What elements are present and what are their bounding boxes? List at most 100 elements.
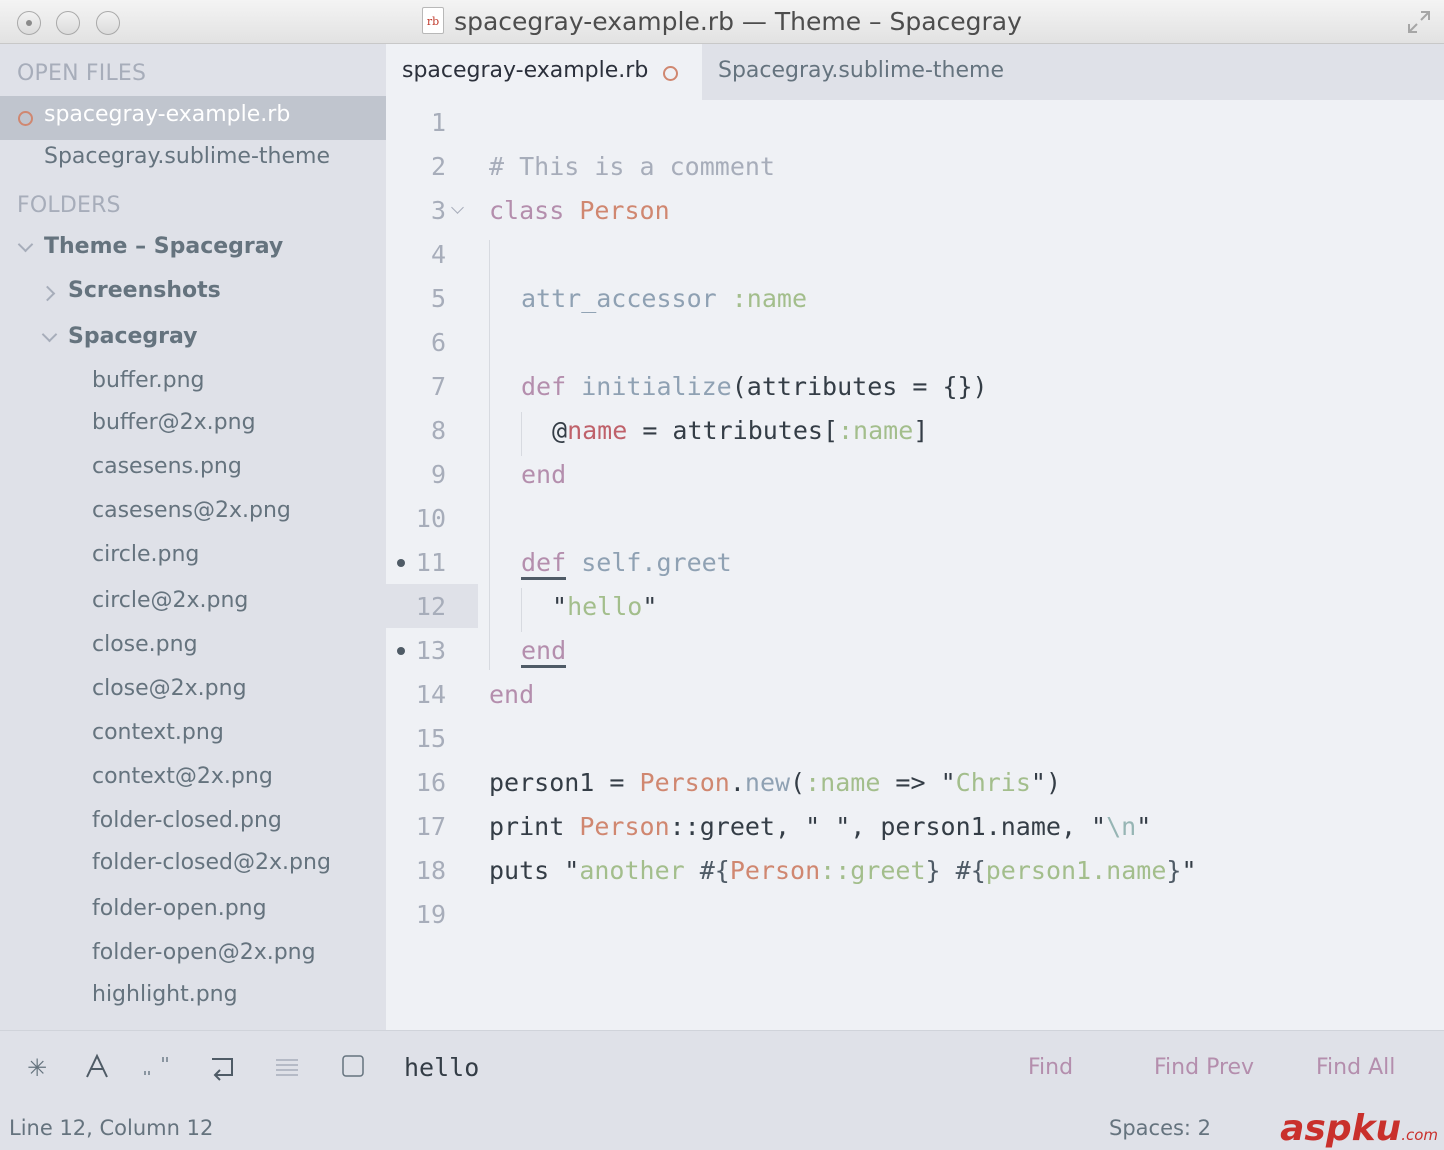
folder-theme-spacegray[interactable]: Theme – Spacegray bbox=[0, 228, 386, 272]
code-line: 2 # This is a comment bbox=[386, 144, 1444, 188]
file-label: highlight.png bbox=[92, 982, 238, 1007]
tab-bar: spacegray-example.rb Spacegray.sublime-t… bbox=[386, 44, 1444, 100]
code-text: puts "another #{Person::greet} #{person1… bbox=[489, 856, 1197, 885]
file-label: folder-open@2x.png bbox=[92, 940, 316, 965]
line-number: 3 bbox=[430, 196, 446, 225]
open-file-spacegray-example[interactable]: spacegray-example.rb bbox=[0, 96, 386, 140]
code-comment: # This is a comment bbox=[489, 152, 775, 181]
find-button[interactable]: Find bbox=[1028, 1055, 1073, 1080]
open-file-label: spacegray-example.rb bbox=[44, 102, 291, 127]
file-label: circle@2x.png bbox=[92, 588, 249, 613]
code-line: 6 bbox=[386, 320, 1444, 364]
file-item[interactable]: buffer.png bbox=[0, 362, 386, 406]
file-item[interactable]: context@2x.png bbox=[0, 758, 386, 802]
tab-label: Spacegray.sublime-theme bbox=[718, 58, 1004, 83]
code-line: 8 @name = attributes[:name] bbox=[386, 408, 1444, 452]
file-item[interactable]: folder-open.png bbox=[0, 890, 386, 934]
file-label: folder-open.png bbox=[92, 896, 267, 921]
code-text: print Person::greet, " ", person1.name, … bbox=[489, 812, 1152, 841]
code-text: person1 = Person.new(:name => "Chris") bbox=[489, 768, 1062, 797]
file-item[interactable]: folder-closed@2x.png bbox=[0, 844, 386, 888]
file-item[interactable]: close@2x.png bbox=[0, 670, 386, 714]
code-editor[interactable]: 1 2 # This is a comment 3 class Person 4… bbox=[386, 100, 1444, 1030]
code-text: attr_accessor :name bbox=[521, 284, 807, 313]
line-number: 16 bbox=[415, 768, 446, 797]
fold-chevron-icon[interactable] bbox=[451, 201, 464, 214]
line-number: 19 bbox=[415, 900, 446, 929]
code-text: def self.greet bbox=[521, 548, 732, 580]
code-line: 9 end bbox=[386, 452, 1444, 496]
file-item[interactable]: highlight.png bbox=[0, 976, 386, 1020]
folder-label: Theme – Spacegray bbox=[44, 234, 284, 259]
cursor-position: Line 12, Column 12 bbox=[9, 1116, 214, 1140]
modified-circle-icon[interactable] bbox=[663, 66, 678, 81]
line-number: 2 bbox=[430, 152, 446, 181]
open-file-spacegray-theme[interactable]: Spacegray.sublime-theme bbox=[0, 138, 386, 182]
file-item[interactable]: folder-closed.png bbox=[0, 802, 386, 846]
file-item[interactable]: casesens@2x.png bbox=[0, 492, 386, 536]
line-number: 13 bbox=[415, 636, 446, 665]
folder-label: Screenshots bbox=[68, 278, 221, 303]
file-label: buffer@2x.png bbox=[92, 410, 256, 435]
watermark-logo: aspku.com bbox=[1280, 1108, 1438, 1149]
tab-spacegray-example[interactable]: spacegray-example.rb bbox=[386, 44, 702, 100]
line-number: 9 bbox=[430, 460, 446, 489]
file-item[interactable]: folder-open@2x.png bbox=[0, 934, 386, 978]
find-input[interactable]: hello bbox=[404, 1053, 479, 1082]
line-number: 5 bbox=[430, 284, 446, 313]
code-text: def initialize(attributes = {}) bbox=[521, 372, 988, 401]
code-text: end bbox=[521, 636, 567, 668]
find-all-button[interactable]: Find All bbox=[1316, 1055, 1395, 1080]
file-label: casesens@2x.png bbox=[92, 498, 291, 523]
code-line: 15 bbox=[386, 716, 1444, 760]
code-line: 18 puts "another #{Person::greet} #{pers… bbox=[386, 848, 1444, 892]
file-item[interactable]: casesens.png bbox=[0, 448, 386, 492]
highlight-matches-toggle-icon[interactable] bbox=[338, 1053, 368, 1083]
modified-circle-icon bbox=[18, 111, 33, 126]
whole-word-toggle-icon[interactable] bbox=[142, 1053, 172, 1083]
regex-toggle-icon[interactable]: ✳ bbox=[22, 1053, 52, 1083]
file-label: buffer.png bbox=[92, 368, 205, 393]
code-text: class Person bbox=[489, 196, 670, 225]
title-bar: rb spacegray-example.rb — Theme – Spacegr… bbox=[0, 0, 1444, 44]
line-number: 7 bbox=[430, 372, 446, 401]
file-item[interactable]: circle@2x.png bbox=[0, 582, 386, 626]
line-number: 14 bbox=[415, 680, 446, 709]
in-selection-toggle-icon[interactable] bbox=[272, 1053, 302, 1083]
file-item[interactable]: context.png bbox=[0, 714, 386, 758]
chevron-right-icon[interactable] bbox=[39, 285, 56, 302]
line-number: 12 bbox=[415, 592, 446, 621]
file-item[interactable]: close.png bbox=[0, 626, 386, 670]
case-sensitive-toggle-icon[interactable] bbox=[82, 1053, 112, 1083]
file-label: folder-closed.png bbox=[92, 808, 282, 833]
code-line: 16 person1 = Person.new(:name => "Chris"… bbox=[386, 760, 1444, 804]
sidebar: OPEN FILES spacegray-example.rb Spacegra… bbox=[0, 44, 386, 1030]
line-number: 4 bbox=[430, 240, 446, 269]
fullscreen-icon[interactable] bbox=[1406, 9, 1432, 35]
chevron-down-icon[interactable] bbox=[17, 236, 34, 253]
line-number: 15 bbox=[415, 724, 446, 753]
tab-spacegray-theme[interactable]: Spacegray.sublime-theme bbox=[702, 44, 1022, 100]
line-number: 17 bbox=[415, 812, 446, 841]
open-file-label: Spacegray.sublime-theme bbox=[44, 144, 330, 169]
indentation-status[interactable]: Spaces: 2 bbox=[1109, 1116, 1211, 1140]
file-item[interactable]: buffer@2x.png bbox=[0, 404, 386, 448]
find-prev-button[interactable]: Find Prev bbox=[1154, 1055, 1254, 1080]
folder-spacegray[interactable]: Spacegray bbox=[0, 318, 386, 362]
tab-label: spacegray-example.rb bbox=[402, 58, 649, 83]
code-line: 11 def self.greet bbox=[386, 540, 1444, 584]
folder-screenshots[interactable]: Screenshots bbox=[0, 272, 386, 316]
folder-label: Spacegray bbox=[68, 324, 198, 349]
code-line: 19 bbox=[386, 892, 1444, 936]
code-line: 14 end bbox=[386, 672, 1444, 716]
chevron-down-icon[interactable] bbox=[41, 326, 58, 343]
status-bar: Line 12, Column 12 Spaces: 2 aspku.com bbox=[0, 1108, 1444, 1150]
file-label: folder-closed@2x.png bbox=[92, 850, 331, 875]
find-panel: ✳ hello Find Find Prev Find All bbox=[0, 1030, 1444, 1108]
code-line: 7 def initialize(attributes = {}) bbox=[386, 364, 1444, 408]
wrap-toggle-icon[interactable] bbox=[208, 1053, 238, 1083]
file-item[interactable]: circle.png bbox=[0, 536, 386, 580]
open-files-heading: OPEN FILES bbox=[17, 61, 147, 86]
code-line: 17 print Person::greet, " ", person1.nam… bbox=[386, 804, 1444, 848]
line-number: 1 bbox=[430, 108, 446, 137]
